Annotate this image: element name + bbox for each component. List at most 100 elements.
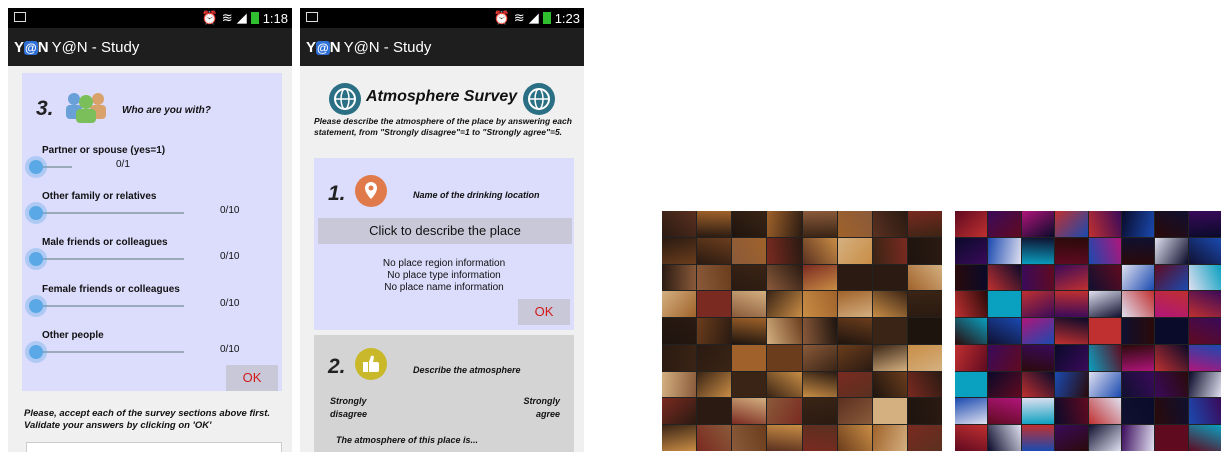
slider-knob[interactable]	[29, 345, 43, 359]
scale-left-label: Strongly disagree	[330, 396, 368, 419]
ok-button[interactable]: OK	[518, 299, 570, 325]
photo-tile	[802, 318, 837, 344]
signal-icon: ◢	[528, 10, 539, 25]
describe-place-button[interactable]: Click to describe the place	[318, 218, 572, 244]
photo-tile	[767, 264, 802, 291]
photo-tile	[1121, 371, 1155, 398]
photo-tile	[988, 398, 1021, 425]
photo-tile	[1055, 264, 1088, 291]
photo-tile	[955, 371, 988, 398]
photo-tile	[1021, 211, 1055, 237]
wifi-icon: ≋	[221, 10, 233, 25]
phone-screen-atmosphere-survey: ⏰ ≋ ◢ 1:23 Y@N Y@N - Study Atmosphere Su…	[300, 8, 584, 452]
slider-knob[interactable]	[29, 252, 43, 266]
photo-tile	[1055, 291, 1088, 318]
photo-tile	[837, 398, 872, 425]
photo-tile	[732, 371, 767, 398]
place-type-info: No place type information	[387, 270, 501, 281]
photo-tile	[907, 318, 942, 344]
photo-tile	[662, 371, 697, 398]
app-logo-icon: Y@N	[306, 38, 341, 56]
photo-tile	[907, 344, 942, 371]
photo-tile	[1121, 264, 1155, 291]
app-bar: Y@N Y@N - Study	[300, 28, 584, 66]
photo-tile	[732, 211, 767, 237]
battery-icon	[250, 12, 259, 24]
signal-icon: ◢	[236, 10, 247, 25]
photo-tile	[955, 344, 988, 371]
photo-tile	[837, 344, 872, 371]
question-label: Other family or relatives	[42, 191, 157, 202]
photo-tile	[802, 237, 837, 264]
slider-knob[interactable]	[29, 206, 43, 220]
photo-tile	[1155, 264, 1188, 291]
photo-tile	[837, 318, 872, 344]
photo-tile	[662, 211, 697, 237]
app-title: Y@N - Study	[51, 38, 140, 56]
alarm-icon: ⏰	[493, 10, 510, 25]
location-pin-icon	[355, 175, 387, 207]
app-logo-icon: Y@N	[14, 38, 49, 56]
photo-tile	[767, 344, 802, 371]
photo-tile	[732, 237, 767, 264]
photo-tile	[1055, 344, 1088, 371]
photo-tile	[767, 318, 802, 344]
photo-tile	[1188, 211, 1221, 237]
photo-tile	[907, 211, 942, 237]
place-region-info: No place region information	[382, 258, 506, 269]
photo-tile	[1021, 318, 1055, 344]
photo-tile	[1188, 237, 1221, 264]
slider-knob[interactable]	[29, 299, 43, 313]
photo-tile	[1055, 211, 1088, 237]
footer-note: Please, accept each of the survey sectio…	[24, 408, 271, 431]
photo-tile	[732, 398, 767, 425]
ok-button[interactable]: OK	[226, 365, 278, 391]
photo-tile	[767, 291, 802, 318]
slider-track[interactable]	[36, 305, 184, 307]
photo-tile	[907, 291, 942, 318]
photo-tile	[837, 211, 872, 237]
photo-tile	[1188, 425, 1221, 451]
photo-tile	[988, 371, 1021, 398]
photo-tile	[1055, 237, 1088, 264]
photo-tile	[907, 371, 942, 398]
photo-tile	[767, 425, 802, 451]
photo-tile	[662, 264, 697, 291]
photo-tile	[872, 371, 907, 398]
slider-knob[interactable]	[29, 160, 43, 174]
photo-tile	[988, 264, 1021, 291]
photo-tile	[697, 211, 732, 237]
who-section-card: 3. Who are you with? Partner or spouse (…	[22, 73, 282, 391]
photo-tile	[1088, 211, 1121, 237]
photo-tile	[872, 318, 907, 344]
section-number: 2.	[328, 355, 346, 378]
photo-tile	[767, 211, 802, 237]
slider-track[interactable]	[36, 212, 184, 214]
question-label: Male friends or colleagues	[42, 237, 168, 248]
photo-tile	[955, 237, 988, 264]
photo-tile	[1021, 425, 1055, 451]
photo-tile	[1188, 344, 1221, 371]
photo-tile	[1155, 398, 1188, 425]
slider-value: 0/10	[220, 298, 240, 309]
place-info: No place region information No place typ…	[314, 258, 574, 294]
question-label: Partner or spouse (yes=1)	[42, 145, 166, 156]
photo-tile	[1121, 291, 1155, 318]
image-notification-icon	[306, 12, 318, 22]
slider-track[interactable]	[36, 351, 184, 353]
slider-track[interactable]	[36, 258, 184, 260]
photo-tile	[662, 425, 697, 451]
question-label: Other people	[42, 330, 104, 341]
alarm-icon: ⏰	[201, 10, 218, 25]
photo-tile	[1155, 237, 1188, 264]
wifi-icon: ≋	[513, 10, 525, 25]
image-notification-icon	[14, 12, 26, 22]
photo-tile	[1155, 425, 1188, 451]
photo-tile	[1055, 371, 1088, 398]
photo-tile	[1121, 237, 1155, 264]
photo-tile	[872, 344, 907, 371]
photo-tile	[1188, 371, 1221, 398]
next-section-card	[26, 442, 282, 452]
slider-value: 0/1	[116, 159, 130, 170]
section-number: 3.	[36, 97, 54, 120]
